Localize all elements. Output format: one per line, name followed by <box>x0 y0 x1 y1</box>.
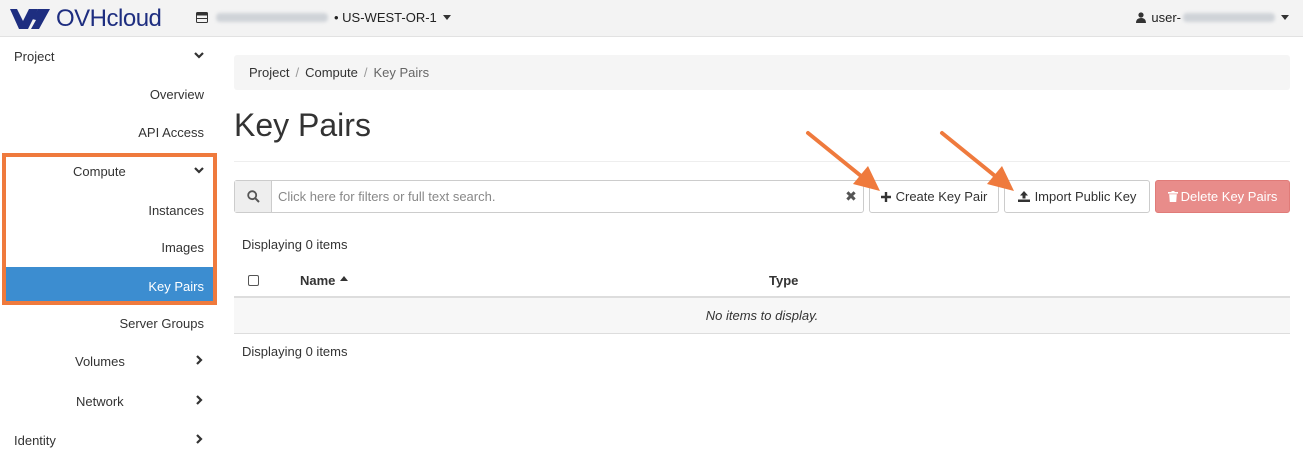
breadcrumb-separator: / <box>295 65 300 80</box>
plus-icon <box>880 191 891 202</box>
create-key-pair-label: Create Key Pair <box>895 189 988 204</box>
project-region-selector[interactable]: • US-WEST-OR-1 <box>196 10 451 25</box>
table-header: Name Type <box>234 262 1290 298</box>
select-all-checkbox[interactable] <box>248 275 259 286</box>
chevron-right-icon <box>196 395 203 405</box>
sidebar-item-label: API Access <box>138 124 204 140</box>
region-label: • US-WEST-OR-1 <box>334 10 437 25</box>
user-icon <box>1136 12 1147 23</box>
chevron-right-icon <box>196 434 203 444</box>
breadcrumb-separator: / <box>363 65 368 80</box>
sidebar-item-label: Server Groups <box>119 315 204 331</box>
user-name-prefix: user- <box>1151 10 1181 25</box>
caret-down-icon <box>1281 15 1289 20</box>
sidebar-item-project[interactable]: Project <box>0 37 218 75</box>
upload-icon <box>1017 191 1030 202</box>
sidebar: Project Overview API Access Compute Inst… <box>0 37 218 463</box>
trash-icon <box>1167 191 1178 202</box>
sidebar-item-label: Project <box>14 48 55 64</box>
empty-table-row: No items to display. <box>234 298 1290 334</box>
breadcrumb: Project / Compute / Key Pairs <box>234 55 1290 90</box>
breadcrumb-current: Key Pairs <box>373 65 430 80</box>
sidebar-item-label: Network <box>76 393 124 409</box>
clear-search-icon[interactable]: ✖ <box>839 181 863 212</box>
chevron-down-icon <box>194 52 204 59</box>
import-public-key-label: Import Public Key <box>1034 189 1137 204</box>
user-menu[interactable]: user- <box>1136 10 1289 25</box>
top-bar: OVHcloud • US-WEST-OR-1 user- <box>0 0 1303 37</box>
annotation-highlight-box <box>2 153 217 305</box>
sidebar-item-label: Overview <box>149 86 204 102</box>
delete-key-pairs-button[interactable]: Delete Key Pairs <box>1155 180 1290 213</box>
sidebar-item-network[interactable]: Network <box>0 382 218 420</box>
project-table-icon <box>196 12 208 23</box>
ovh-logo-icon <box>10 9 50 29</box>
breadcrumb-project[interactable]: Project <box>249 65 289 80</box>
sidebar-item-server-groups[interactable]: Server Groups <box>0 304 218 342</box>
search-bar: ✖ <box>234 180 864 213</box>
item-count-top: Displaying 0 items <box>242 237 348 252</box>
sidebar-item-label: Volumes <box>75 353 125 369</box>
item-count-bottom: Displaying 0 items <box>242 344 348 359</box>
title-divider <box>234 161 1290 162</box>
column-name-header[interactable]: Name <box>300 273 349 288</box>
column-type-header[interactable]: Type <box>769 273 798 288</box>
delete-key-pairs-label: Delete Key Pairs <box>1180 189 1278 204</box>
sort-ascending-icon <box>340 276 349 281</box>
sidebar-item-api-access[interactable]: API Access <box>0 113 218 151</box>
chevron-right-icon <box>196 355 203 365</box>
sidebar-item-label: Identity <box>14 432 56 448</box>
create-key-pair-button[interactable]: Create Key Pair <box>869 180 999 213</box>
logo-text: OVHcloud <box>56 5 162 32</box>
sidebar-item-overview[interactable]: Overview <box>0 75 218 113</box>
column-name-label: Name <box>300 273 336 288</box>
page-title: Key Pairs <box>234 107 371 143</box>
search-input[interactable] <box>272 181 839 212</box>
ovhcloud-logo[interactable]: OVHcloud <box>8 5 162 32</box>
breadcrumb-compute[interactable]: Compute <box>305 65 358 80</box>
search-icon <box>246 190 260 203</box>
caret-down-icon <box>442 15 451 20</box>
user-name-redacted <box>1183 13 1275 22</box>
sidebar-item-identity[interactable]: Identity <box>0 421 218 459</box>
import-public-key-button[interactable]: Import Public Key <box>1004 180 1150 213</box>
project-id-redacted <box>216 13 328 22</box>
search-addon[interactable] <box>235 181 272 212</box>
sidebar-item-volumes[interactable]: Volumes <box>0 342 218 380</box>
